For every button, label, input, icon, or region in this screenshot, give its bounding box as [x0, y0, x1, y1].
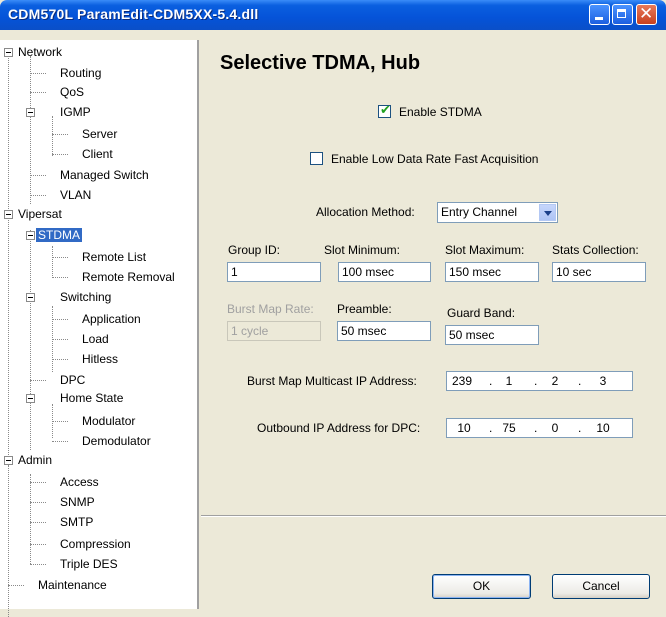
- tree-item-stdma[interactable]: STDMA: [36, 226, 82, 244]
- ip-octet[interactable]: 10: [588, 421, 618, 435]
- tree-item-igmp[interactable]: IGMP: [58, 103, 93, 121]
- ip-octet[interactable]: 1: [494, 374, 524, 388]
- stats-collection-label: Stats Collection:: [552, 243, 639, 257]
- settings-panel: Selective TDMA, Hub ✔ Enable STDMA Enabl…: [201, 30, 666, 609]
- tree-item-qos[interactable]: QoS: [58, 83, 86, 101]
- enable-low-rate-label: Enable Low Data Rate Fast Acquisition: [331, 152, 539, 166]
- burst-map-rate-label: Burst Map Rate:: [227, 302, 314, 316]
- preamble-input[interactable]: 50 msec: [337, 321, 431, 341]
- burst-map-ip-label: Burst Map Multicast IP Address:: [247, 374, 417, 388]
- tree-item-client[interactable]: Client: [80, 145, 115, 163]
- tree-item-home-state[interactable]: Home State: [58, 389, 125, 407]
- tree-item-modulator[interactable]: Modulator: [80, 412, 137, 430]
- page-title: Selective TDMA, Hub: [220, 52, 421, 74]
- minimize-icon: [595, 17, 603, 20]
- tree-item-compression[interactable]: Compression: [58, 535, 133, 553]
- outbound-ip-label: Outbound IP Address for DPC:: [257, 421, 421, 435]
- slot-maximum-label: Slot Maximum:: [445, 243, 525, 257]
- allocation-method-label: Allocation Method:: [316, 205, 415, 219]
- enable-low-rate-checkbox[interactable]: [310, 152, 323, 165]
- maximize-icon: [617, 9, 626, 18]
- ip-dot: .: [578, 421, 582, 435]
- ip-dot: .: [534, 421, 538, 435]
- ip-dot: .: [489, 374, 493, 388]
- outbound-ip-input[interactable]: 10 . 75 . 0 . 10: [446, 418, 633, 438]
- tree-item-server[interactable]: Server: [80, 125, 119, 143]
- collapse-home-state-icon[interactable]: [26, 394, 35, 403]
- slot-minimum-label: Slot Minimum:: [324, 243, 401, 257]
- collapse-stdma-icon[interactable]: [26, 231, 35, 240]
- tree-item-application[interactable]: Application: [80, 310, 143, 328]
- window-title: CDM570L ParamEdit-CDM5XX-5.4.dll: [8, 6, 259, 22]
- ip-octet[interactable]: 239: [447, 374, 477, 388]
- tree-item-maintenance[interactable]: Maintenance: [36, 576, 109, 594]
- collapse-igmp-icon[interactable]: [26, 108, 35, 117]
- maximize-button[interactable]: [612, 4, 633, 25]
- minimize-button[interactable]: [589, 4, 610, 25]
- ip-dot: .: [578, 374, 582, 388]
- tree-item-managed-switch[interactable]: Managed Switch: [58, 166, 151, 184]
- ok-button[interactable]: OK: [432, 574, 531, 599]
- slot-maximum-input[interactable]: 150 msec: [445, 262, 539, 282]
- tree-item-remote-list[interactable]: Remote List: [80, 248, 148, 266]
- allocation-method-select[interactable]: Entry Channel: [437, 202, 558, 223]
- tree-item-smtp[interactable]: SMTP: [58, 513, 95, 531]
- stats-collection-input[interactable]: 10 sec: [552, 262, 646, 282]
- ip-octet[interactable]: 0: [540, 421, 570, 435]
- group-id-input[interactable]: 1: [227, 262, 321, 282]
- ip-octet[interactable]: 2: [540, 374, 570, 388]
- tree-item-remote-removal[interactable]: Remote Removal: [80, 268, 177, 286]
- ip-dot: .: [489, 421, 493, 435]
- tree-item-access[interactable]: Access: [58, 473, 101, 491]
- ip-octet[interactable]: 75: [494, 421, 524, 435]
- guard-band-label: Guard Band:: [447, 306, 516, 320]
- collapse-network-icon[interactable]: [4, 48, 13, 57]
- tree-item-switching[interactable]: Switching: [58, 288, 113, 306]
- navigation-tree[interactable]: Network Routing QoS IGMP Server Client M…: [0, 40, 199, 617]
- tree-item-routing[interactable]: Routing: [58, 64, 103, 82]
- preamble-label: Preamble:: [337, 302, 392, 316]
- ip-dot: .: [534, 374, 538, 388]
- guard-band-input[interactable]: 50 msec: [445, 325, 539, 345]
- tree-item-dpc[interactable]: DPC: [58, 371, 87, 389]
- enable-stdma-label: Enable STDMA: [399, 105, 482, 119]
- button-separator: [201, 515, 666, 517]
- title-bar[interactable]: CDM570L ParamEdit-CDM5XX-5.4.dll ✕: [0, 0, 666, 30]
- tree-item-snmp[interactable]: SNMP: [58, 493, 97, 511]
- tree-item-vipersat[interactable]: Vipersat: [16, 205, 64, 223]
- tree-item-network[interactable]: Network: [16, 43, 64, 61]
- tree-item-load[interactable]: Load: [80, 330, 111, 348]
- enable-stdma-checkbox[interactable]: ✔: [378, 103, 391, 118]
- allocation-method-value: Entry Channel: [441, 205, 518, 219]
- app-window: CDM570L ParamEdit-CDM5XX-5.4.dll ✕ Netwo…: [0, 0, 666, 617]
- burst-map-rate-input: 1 cycle: [227, 321, 321, 341]
- close-icon: ✕: [639, 4, 654, 24]
- tree-item-admin[interactable]: Admin: [16, 451, 54, 469]
- collapse-vipersat-icon[interactable]: [4, 210, 13, 219]
- group-id-label: Group ID:: [228, 243, 281, 257]
- tree-item-demodulator[interactable]: Demodulator: [80, 432, 153, 450]
- slot-minimum-input[interactable]: 100 msec: [338, 262, 431, 282]
- close-button[interactable]: ✕: [636, 4, 657, 25]
- collapse-switching-icon[interactable]: [26, 293, 35, 302]
- tree-item-triple-des[interactable]: Triple DES: [58, 555, 120, 573]
- ip-octet[interactable]: 10: [449, 421, 479, 435]
- tree-item-hitless[interactable]: Hitless: [80, 350, 120, 368]
- collapse-admin-icon[interactable]: [4, 456, 13, 465]
- ip-octet[interactable]: 3: [588, 374, 618, 388]
- burst-map-ip-input[interactable]: 239 . 1 . 2 . 3: [446, 371, 633, 391]
- checkmark-icon: ✔: [380, 103, 391, 118]
- cancel-button[interactable]: Cancel: [552, 574, 650, 599]
- tree-item-vlan[interactable]: VLAN: [58, 186, 93, 204]
- chevron-down-icon[interactable]: [539, 204, 556, 221]
